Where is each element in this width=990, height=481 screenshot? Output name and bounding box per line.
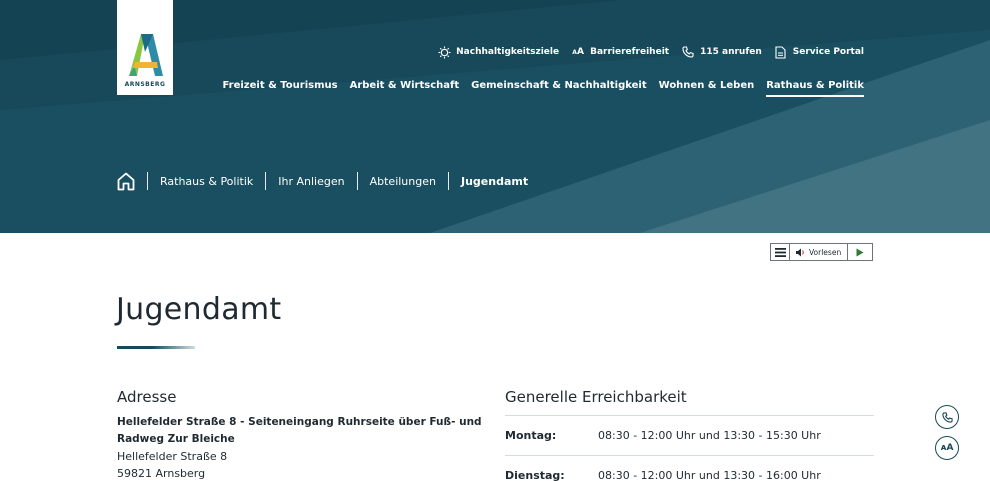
availability-row: Montag: 08:30 - 12:00 Uhr und 13:30 - 15… — [505, 415, 874, 455]
service-link-label: 115 anrufen — [700, 47, 762, 57]
address-entrance: Hellefelder Straße 8 - Seiteneingang Ruh… — [117, 416, 482, 445]
readspeaker-listen-button[interactable]: Vorlesen — [790, 244, 849, 260]
availability-day: Dienstag: — [505, 469, 565, 481]
text-size-icon: AA — [572, 47, 584, 57]
availability-heading: Generelle Erreichbarkeit — [505, 388, 687, 406]
speaker-icon — [796, 248, 804, 256]
phone-icon — [941, 411, 953, 423]
availability-section: Generelle Erreichbarkeit Montag: 08:30 -… — [505, 388, 874, 481]
breadcrumb-item-rathaus-politik[interactable]: Rathaus & Politik — [160, 175, 253, 188]
page-title: Jugendamt — [116, 292, 282, 327]
service-link-service-portal[interactable]: Service Portal — [774, 45, 864, 59]
availability-hours: 08:30 - 12:00 Uhr und 13:30 - 16:00 Uhr — [598, 469, 821, 481]
service-link-label: Nachhaltigkeitsziele — [456, 47, 560, 57]
service-link-barrierefreiheit[interactable]: AA Barrierefreiheit — [571, 45, 669, 59]
address-section: Adresse Hellefelder Straße 8 - Seitenein… — [117, 388, 487, 481]
nav-item-gemeinschaft-nachhaltigkeit[interactable]: Gemeinschaft & Nachhaltigkeit — [471, 80, 647, 97]
nav-item-freizeit-tourismus[interactable]: Freizeit & Tourismus — [222, 80, 337, 97]
availability-hours: 08:30 - 12:00 Uhr und 13:30 - 15:30 Uhr — [598, 429, 821, 442]
logo-text: ARNSBERG — [124, 81, 166, 88]
breadcrumb-separator — [147, 172, 148, 190]
readspeaker-bar: Vorlesen — [770, 243, 874, 261]
availability-row: Dienstag: 08:30 - 12:00 Uhr und 13:30 - … — [505, 455, 874, 481]
nav-item-wohnen-leben[interactable]: Wohnen & Leben — [659, 80, 755, 97]
breadcrumb-item-ihr-anliegen[interactable]: Ihr Anliegen — [278, 175, 344, 188]
header-hero: ARNSBERG Nachhaltigkeitsziele AA Barrier… — [0, 0, 990, 233]
logo-mark-icon — [129, 34, 163, 76]
sun-icon — [437, 45, 451, 59]
play-icon — [856, 248, 864, 256]
document-icon — [774, 45, 788, 59]
floating-text-size-button[interactable]: ᴀA — [935, 436, 959, 460]
address-city: 59821 Arnsberg — [117, 467, 206, 480]
breadcrumb: Rathaus & Politik Ihr Anliegen Abteilung… — [117, 170, 528, 192]
menu-icon — [774, 247, 786, 257]
floating-phone-button[interactable] — [935, 405, 959, 429]
breadcrumb-separator — [265, 172, 267, 190]
nav-item-rathaus-politik[interactable]: Rathaus & Politik — [766, 80, 864, 97]
breadcrumb-separator — [447, 172, 449, 190]
arnsberg-logo[interactable]: ARNSBERG — [117, 0, 173, 95]
service-navigation: Nachhaltigkeitsziele AA Barrierefreiheit… — [425, 45, 864, 59]
title-underline — [117, 346, 195, 349]
breadcrumb-item-current: Jugendamt — [460, 174, 529, 188]
availability-day: Montag: — [505, 429, 557, 442]
nav-item-arbeit-wirtschaft[interactable]: Arbeit & Wirtschaft — [350, 80, 460, 97]
address-street: Hellefelder Straße 8 — [117, 450, 228, 463]
phone-icon — [681, 45, 695, 59]
readspeaker-play-button[interactable] — [848, 244, 872, 260]
address-heading: Adresse — [117, 388, 177, 406]
service-link-nachhaltigkeitsziele[interactable]: Nachhaltigkeitsziele — [437, 45, 559, 59]
breadcrumb-separator — [356, 172, 358, 190]
breadcrumb-item-abteilungen[interactable]: Abteilungen — [370, 175, 436, 188]
home-icon[interactable] — [117, 171, 135, 191]
service-link-label: Barrierefreiheit — [590, 47, 670, 57]
service-link-label: Service Portal — [792, 47, 864, 57]
text-size-icon: ᴀA — [940, 443, 954, 453]
readspeaker-label: Vorlesen — [809, 247, 842, 257]
readspeaker-menu-button[interactable] — [771, 244, 790, 260]
main-navigation: Freizeit & Tourismus Arbeit & Wirtschaft… — [210, 80, 864, 97]
service-link-115[interactable]: 115 anrufen — [681, 45, 762, 59]
